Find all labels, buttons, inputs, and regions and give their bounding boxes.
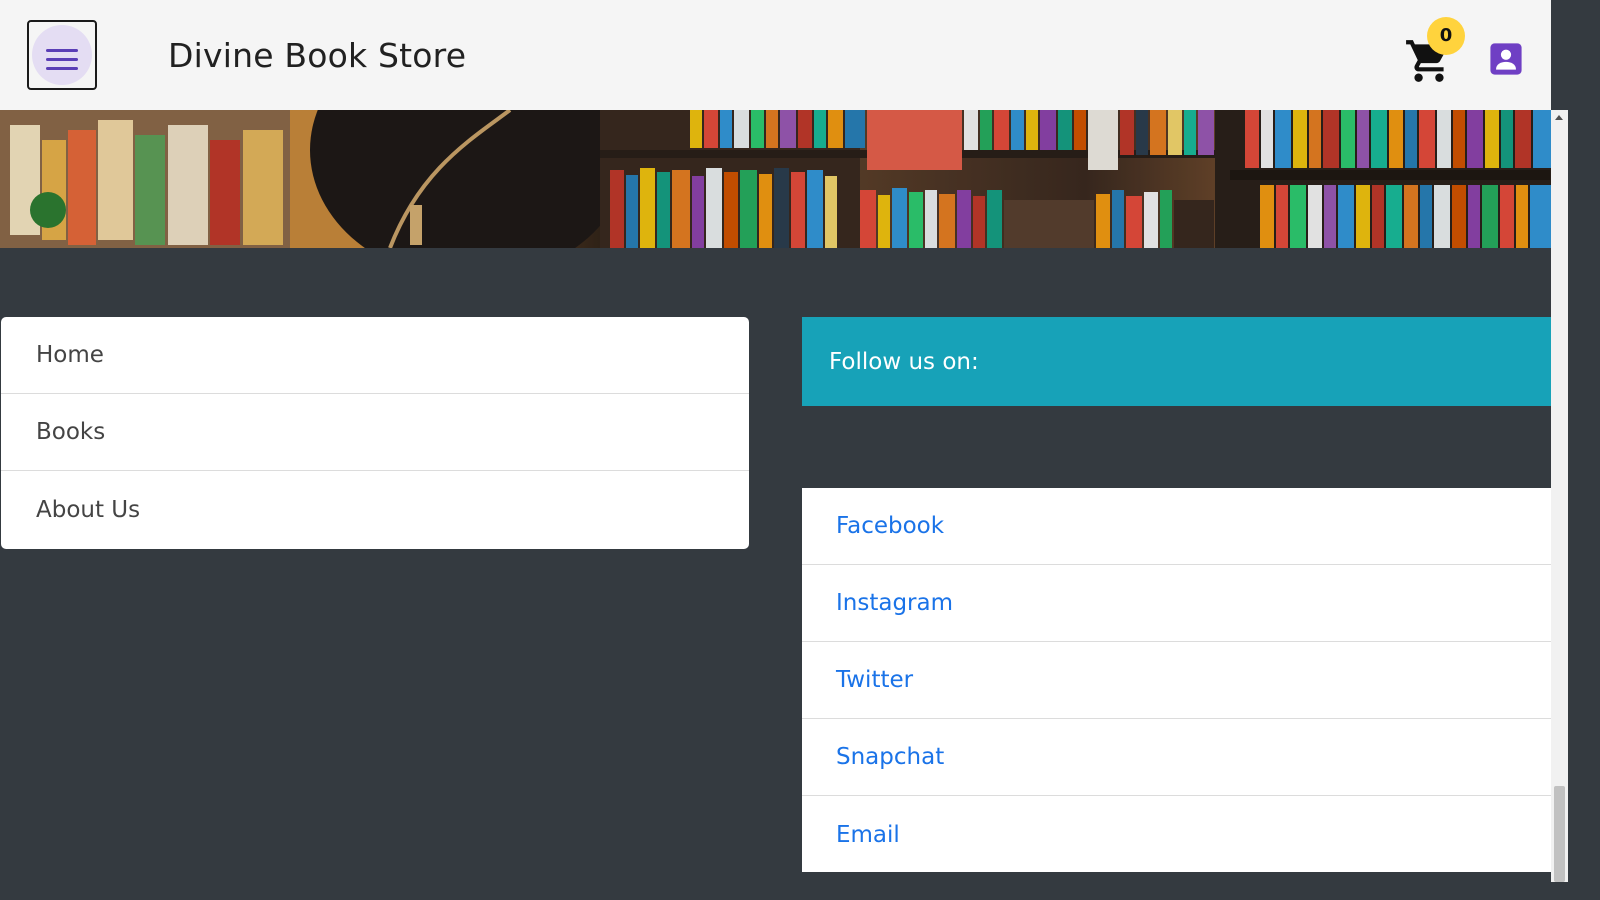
menu-icon [46, 49, 78, 71]
account-icon [1490, 43, 1522, 75]
brand-title: Divine Book Store [168, 36, 467, 75]
bookshelf-illustration [0, 110, 1551, 248]
footer-nav-list: Home Books About Us [1, 317, 749, 549]
bookstore-banner-image [0, 110, 1551, 248]
cart-count-badge: 0 [1427, 17, 1465, 55]
menu-button[interactable] [27, 20, 97, 90]
account-button[interactable] [1489, 42, 1523, 76]
follow-us-heading: Follow us on: [802, 317, 1551, 406]
scrollbar-thumb[interactable] [1554, 786, 1565, 882]
page-scrollbar[interactable] [1551, 110, 1568, 882]
top-navbar: Divine Book Store 0 [0, 0, 1551, 110]
social-link-facebook[interactable]: Facebook [802, 488, 1551, 565]
nav-item-books[interactable]: Books [1, 394, 749, 471]
nav-item-home[interactable]: Home [1, 317, 749, 394]
social-link-twitter[interactable]: Twitter [802, 642, 1551, 719]
social-links-list: Facebook Instagram Twitter Snapchat Emai… [802, 488, 1551, 872]
nav-item-about-us[interactable]: About Us [1, 471, 749, 548]
social-link-email[interactable]: Email [802, 796, 1551, 873]
scroll-up-arrow-icon[interactable] [1555, 115, 1563, 120]
social-link-instagram[interactable]: Instagram [802, 565, 1551, 642]
social-link-snapchat[interactable]: Snapchat [802, 719, 1551, 796]
